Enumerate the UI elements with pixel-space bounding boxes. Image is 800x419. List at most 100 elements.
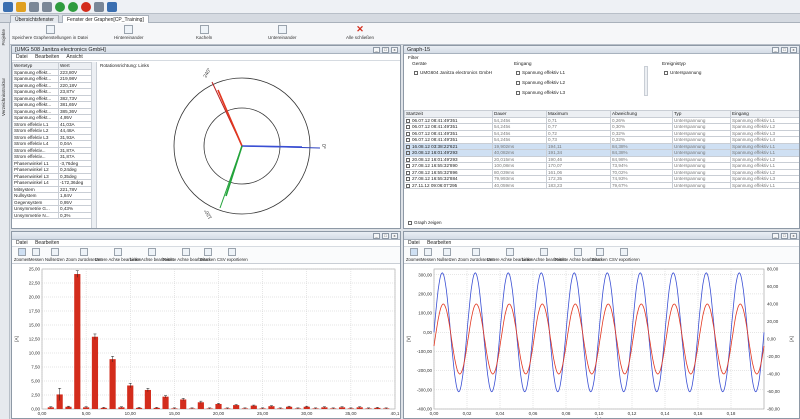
y-tick-label: 10,00	[29, 351, 41, 356]
cascade-button[interactable]: Hintereinander	[114, 25, 144, 40]
harmonic-bar[interactable]	[215, 403, 222, 409]
input-l3-checkbox[interactable]	[516, 90, 520, 95]
event-type-checkbox[interactable]	[664, 70, 668, 75]
redo-icon[interactable]	[42, 2, 52, 12]
tab-overview[interactable]: Übersichtsfenster	[10, 15, 59, 23]
open-icon[interactable]	[16, 2, 26, 12]
input-list-scrollbar[interactable]	[644, 66, 648, 96]
undo-icon[interactable]	[29, 2, 39, 12]
tool-csv-exportieren-button[interactable]: CSV exportieren	[217, 248, 248, 262]
event-cell: 27.11.12 09:06:07'295	[404, 181, 493, 189]
harmonic-bar[interactable]	[127, 385, 134, 409]
tile-button[interactable]: Kacheln	[196, 25, 212, 40]
input-group-label: Eingang	[514, 62, 532, 67]
value-table-scrollbar[interactable]	[92, 62, 97, 228]
harmonic-bar[interactable]	[180, 399, 187, 409]
maximize-button[interactable]: □	[382, 47, 389, 53]
maximize-button[interactable]: □	[382, 233, 389, 239]
maximize-button[interactable]: □	[781, 233, 788, 239]
cascade-icon	[124, 25, 134, 34]
waveform-window-title: _ □ x	[404, 232, 799, 240]
close-window-button[interactable]: x	[391, 47, 398, 53]
harmonics-window-title: _ □ x	[12, 232, 400, 240]
input-l1-checkbox[interactable]	[516, 70, 520, 75]
tool-drucken-button[interactable]: Drucken	[592, 248, 608, 262]
tool-csv-exportieren-button[interactable]: CSV exportieren	[609, 248, 640, 262]
save-icon[interactable]	[3, 2, 13, 12]
show-graph-option[interactable]: Graph zeigen	[408, 220, 442, 225]
y2-tick-label: 40,00	[767, 302, 779, 307]
table-row[interactable]: Unsymmetrie N... 0,3%	[12, 211, 91, 219]
sidebar-item-projects[interactable]: Projekte	[1, 29, 6, 46]
menu-datei[interactable]: Datei	[408, 240, 420, 246]
close-window-button[interactable]: x	[391, 233, 398, 239]
maximize-button[interactable]: □	[781, 47, 788, 53]
sidebar-item-directory[interactable]: Verzeichnisstruktur	[1, 78, 6, 116]
tool-nullsetzen-button[interactable]: Nullsetzen	[437, 248, 457, 262]
import-icon[interactable]	[94, 2, 104, 12]
menu-ansicht[interactable]: Ansicht	[66, 54, 82, 60]
minimize-button[interactable]: _	[772, 233, 779, 239]
minimize-button[interactable]: _	[373, 233, 380, 239]
tool-nullsetzen-button[interactable]: Nullsetzen	[45, 248, 65, 262]
menu-bearbeiten[interactable]: Bearbeiten	[427, 240, 451, 246]
close-window-button[interactable]: x	[790, 47, 797, 53]
event-cell: 79,67%	[610, 181, 673, 189]
input-item-l3[interactable]: Spannung effektiv L3	[516, 90, 565, 95]
tool-messen-button[interactable]: Messen	[421, 248, 436, 262]
menu-bearbeiten[interactable]: Bearbeiten	[35, 54, 59, 60]
y-tick-label: 12,50	[29, 337, 41, 342]
menu-datei[interactable]: Datei	[16, 54, 28, 60]
minimize-button[interactable]: _	[373, 47, 380, 53]
show-graph-checkbox[interactable]	[408, 220, 412, 225]
y2-axis-label: [A]	[789, 336, 794, 342]
harmonic-bar[interactable]	[144, 389, 151, 409]
connect-icon[interactable]	[55, 2, 65, 12]
y2-tick-label: 60,00	[767, 284, 779, 289]
record-icon[interactable]	[81, 2, 91, 12]
event-cell: 183,23	[546, 181, 611, 189]
event-doc-icon	[406, 177, 410, 182]
event-row[interactable]: 27.11.12 09:06:07'295 40,059ms 183,23 79,67…	[404, 181, 799, 189]
y2-tick-label: 0,00	[767, 337, 776, 342]
y-tick-label: 0,00	[423, 330, 432, 335]
waveform-tools: Zoomen Messen Nullsetzen Zoom zurücksetzen U…	[404, 247, 799, 264]
tool-zoomen-button[interactable]: Zoomen	[406, 248, 421, 262]
tool-zoomen-button[interactable]: Zoomen	[14, 248, 29, 262]
waveform-line-chart: -400,00-300,00-200,00-100,000,00100,0020…	[406, 267, 794, 419]
menu-bearbeiten[interactable]: Bearbeiten	[35, 240, 59, 246]
tab-graph-window[interactable]: Fenster der Graphen[CP_Training]	[62, 15, 149, 23]
y-axis-label: [A]	[14, 336, 19, 342]
tool-drucken-button[interactable]: Drucken	[200, 248, 216, 262]
harmonic-bar[interactable]	[162, 396, 169, 409]
y-tick-label: 200,00	[418, 291, 432, 296]
close-window-button[interactable]: x	[790, 233, 797, 239]
refresh-icon[interactable]	[107, 2, 117, 12]
input-item-l2[interactable]: Spannung effektiv L2	[516, 80, 565, 85]
device-checkbox[interactable]	[414, 70, 418, 75]
harmonics-menubar: Datei Bearbeiten	[12, 240, 400, 247]
stack-vertically-button[interactable]: Untereinander	[268, 25, 297, 40]
event-type-item[interactable]: Unterspannung	[664, 70, 701, 75]
save-graph-settings-button[interactable]: Speichere Graphenstellungen in Datei	[12, 25, 88, 40]
device-item[interactable]: UMG604 Janitza electronics GmbH	[414, 70, 492, 75]
add-icon[interactable]	[68, 2, 78, 12]
harmonic-bar[interactable]	[109, 359, 116, 409]
close-all-button[interactable]: ✕ Alle schließen	[346, 25, 374, 41]
tool-icon	[424, 248, 433, 256]
event-type-label: Ereignistyp	[662, 62, 686, 67]
x-tick-label: 0,12	[628, 411, 637, 416]
y-tick-label: 100,00	[418, 311, 432, 316]
input-l2-checkbox[interactable]	[516, 80, 520, 85]
harmonic-bar[interactable]	[91, 336, 99, 409]
menu-datei[interactable]: Datei	[16, 240, 28, 246]
save-settings-icon	[45, 25, 55, 34]
harmonics-window: _ □ x Datei Bearbeiten Zoomen Messen Nullset…	[11, 231, 401, 419]
harmonic-bar[interactable]	[74, 274, 81, 409]
tool-messen-button[interactable]: Messen	[29, 248, 44, 262]
y-tick-label: 25,00	[29, 267, 41, 272]
minimize-button[interactable]: _	[772, 47, 779, 53]
x-tick-label: 0,06	[529, 411, 538, 416]
input-item-l1[interactable]: Spannung effektiv L1	[516, 70, 565, 75]
harmonic-bar[interactable]	[233, 405, 240, 409]
